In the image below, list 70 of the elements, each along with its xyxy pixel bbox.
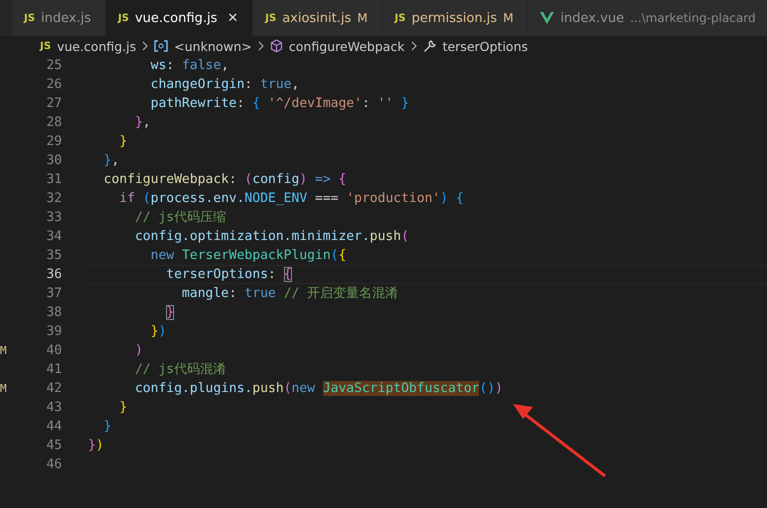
line-number: 38 <box>45 304 62 322</box>
line-number: 36 <box>45 266 62 284</box>
close-button[interactable]: ✕ <box>227 10 238 26</box>
js-file-icon: JS <box>24 12 35 24</box>
js-file-icon: JS <box>118 12 129 24</box>
breadcrumb-item[interactable]: <unknown> <box>174 38 252 54</box>
line-number: 46 <box>45 456 62 474</box>
line-number: 32 <box>45 190 62 208</box>
wrench-icon <box>422 39 437 53</box>
code-line: }, <box>102 153 120 168</box>
code-line: } <box>102 419 112 434</box>
line-number: 33 <box>45 209 62 227</box>
editor-tab[interactable]: JS permission.js M <box>382 0 528 36</box>
js-file-icon: JS <box>265 12 276 24</box>
code-line: config.optimization.minimizer.push( <box>134 229 409 244</box>
line-number: 45 <box>45 437 62 455</box>
js-file-icon: JS <box>394 12 406 24</box>
brackets-icon <box>154 40 168 52</box>
editor-tab[interactable]: index.vue ...\marketing-placard <box>528 0 767 36</box>
editor-tab[interactable]: JS axiosinit.js M <box>253 0 383 36</box>
modified-indicator: M <box>503 11 514 25</box>
chevron-icon <box>410 41 417 51</box>
modified-indicator: M <box>0 344 7 357</box>
line-number: 39 <box>45 323 62 341</box>
code-line: }) <box>150 324 166 339</box>
code-line: } <box>118 400 128 415</box>
breadcrumb-item[interactable]: terserOptions <box>442 38 528 54</box>
editor-tab[interactable]: JS index.js <box>12 0 106 36</box>
code-line: // js代码压缩 <box>134 210 226 225</box>
modified-indicator: M <box>0 382 7 395</box>
line-number: 37 <box>45 285 62 303</box>
code-line: if (process.env.NODE_ENV === 'production') { <box>118 191 464 206</box>
line-number: 43 <box>45 399 62 417</box>
code-line: new TerserWebpackPlugin({ <box>150 248 346 263</box>
chevron-icon <box>258 41 264 51</box>
modified-indicator: M <box>357 11 368 25</box>
tab-description: ...\marketing-placard <box>630 11 756 25</box>
code-line: } <box>165 305 174 320</box>
line-number: 34 <box>45 228 62 246</box>
code-line: configureWebpack: (config) => { <box>102 172 346 187</box>
code-line: // js代码混淆 <box>134 362 226 377</box>
line-number: 31 <box>45 171 62 189</box>
code-line: terserOptions: { <box>165 267 292 282</box>
code-line: config.plugins.push(new JavaScriptObfuscator()) <box>134 381 503 396</box>
code-line: }) <box>88 438 104 453</box>
breadcrumb-item[interactable]: vue.config.js <box>56 38 136 54</box>
code-line: } <box>118 134 128 149</box>
line-number: 27 <box>45 95 62 113</box>
line-number: 42 <box>45 380 62 398</box>
line-number: 35 <box>45 247 62 265</box>
vue-file-icon <box>540 12 554 24</box>
line-number: 25 <box>45 57 62 75</box>
code-line: ws: false, <box>150 58 229 73</box>
line-number: 40 <box>45 342 62 360</box>
code-line: pathRewrite: { '^/devImage': '' } <box>150 96 409 111</box>
line-number: 29 <box>45 133 62 151</box>
editor-tab[interactable]: JS vue.config.js ✕ <box>106 0 254 36</box>
line-number: 30 <box>45 152 62 170</box>
line-number: 26 <box>45 76 62 94</box>
code-line: changeOrigin: true, <box>150 77 300 92</box>
code-line: mangle: true // 开启变量名混淆 <box>180 286 398 301</box>
js-file-icon: JS <box>40 40 51 52</box>
code-line: }, <box>134 115 151 130</box>
line-number: 28 <box>45 114 62 132</box>
breadcrumb-item[interactable]: configureWebpack <box>288 38 405 54</box>
line-number: 41 <box>45 361 62 379</box>
line-number: 44 <box>45 418 62 436</box>
code-line: ) <box>134 343 143 358</box>
cube-icon <box>270 39 283 53</box>
chevron-icon <box>142 41 148 51</box>
